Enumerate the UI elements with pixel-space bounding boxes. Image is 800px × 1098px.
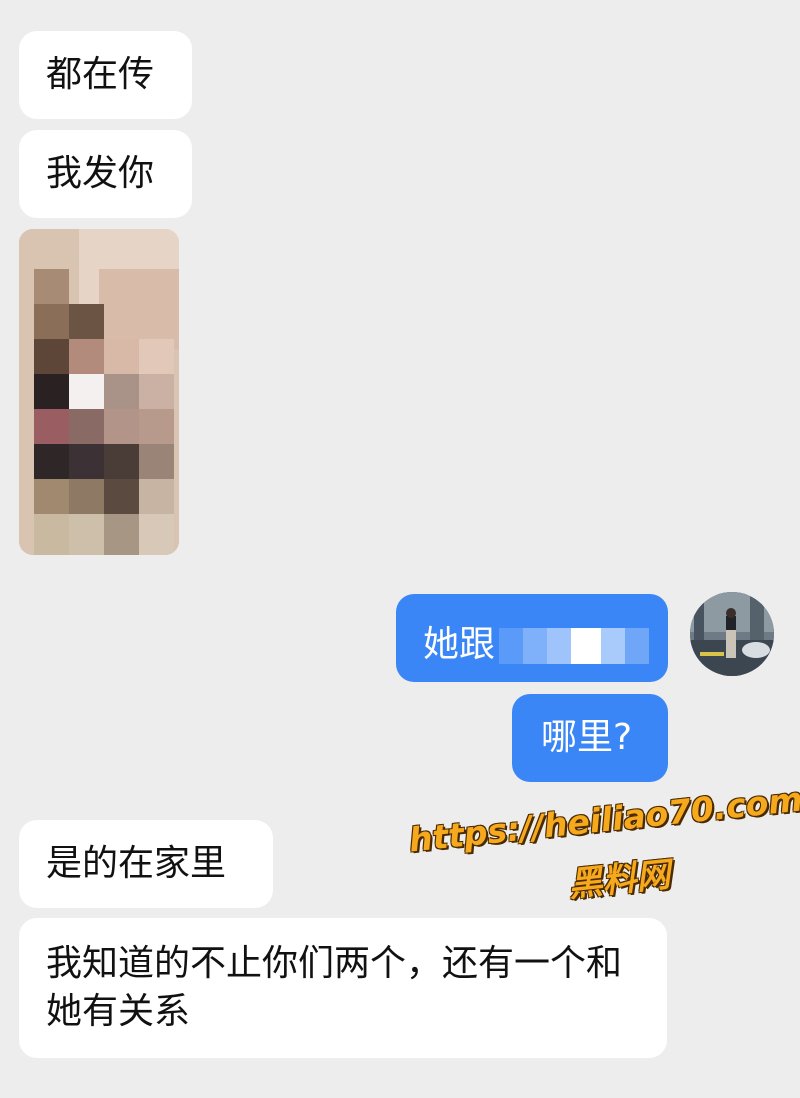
message-bubble-incoming[interactable]: 我知道的不止你们两个，还有一个和她有关系 <box>19 918 667 1058</box>
user-avatar[interactable] <box>690 592 774 676</box>
censored-image-message[interactable] <box>19 229 179 555</box>
message-text: 哪里? <box>541 717 633 758</box>
watermark-url: https://heiliao70.com <box>407 779 800 860</box>
redacted-text-mosaic <box>499 628 650 664</box>
message-text: 都在传 <box>46 54 155 95</box>
pixelated-photo <box>19 229 179 555</box>
message-bubble-incoming[interactable]: 是的在家里 <box>19 820 273 908</box>
message-bubble-outgoing[interactable]: 她跟 <box>396 594 668 682</box>
avatar-photo <box>690 592 774 676</box>
message-bubble-incoming[interactable]: 我发你 <box>19 130 192 218</box>
watermark-site-name: 黑料网 <box>566 854 673 906</box>
message-text: 是的在家里 <box>46 843 227 884</box>
message-bubble-outgoing[interactable]: 哪里? <box>512 694 668 782</box>
message-text: 我知道的不止你们两个，还有一个和她有关系 <box>46 943 623 1032</box>
message-bubble-incoming[interactable]: 都在传 <box>19 31 192 119</box>
message-text: 她跟 <box>423 624 496 665</box>
message-text: 我发你 <box>46 153 155 194</box>
